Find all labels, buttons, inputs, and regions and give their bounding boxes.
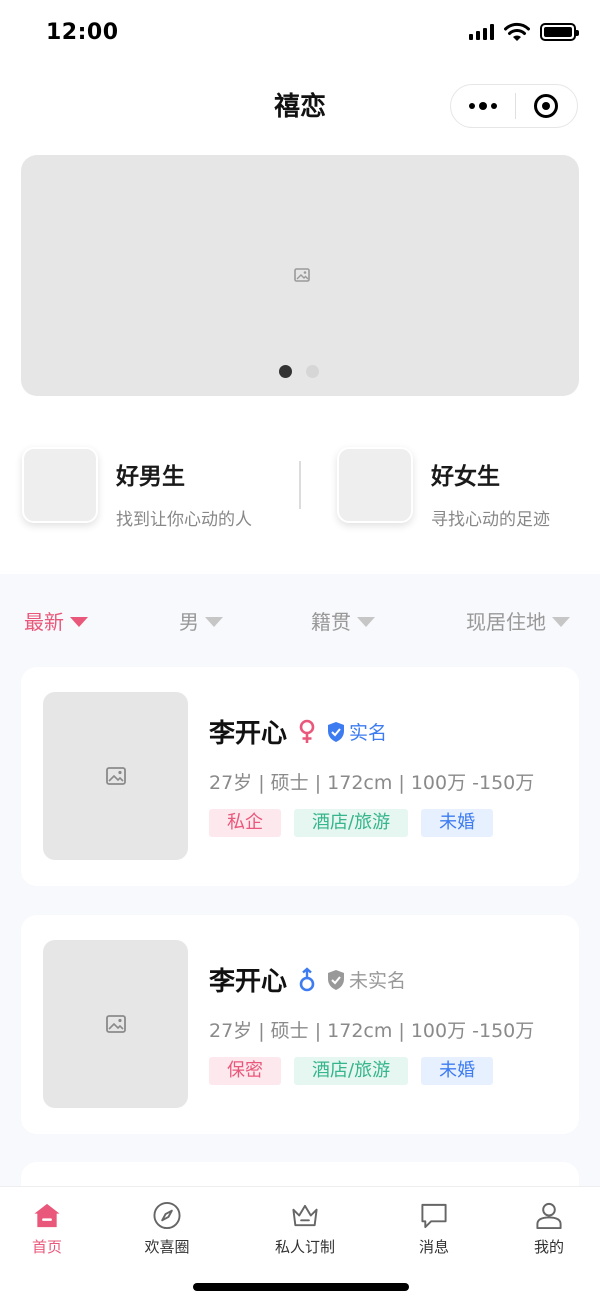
profile-tag: 保密 [209, 1057, 281, 1085]
quick-entry-thumbnail [337, 447, 413, 523]
quick-divider [299, 461, 301, 509]
verification-status: 实名 [349, 722, 388, 744]
tab-bar: 首页 欢喜圈 私人订制 消息 我的 [0, 1186, 600, 1298]
tab-label: 消息 [418, 1238, 449, 1256]
male-icon [299, 966, 315, 991]
caret-down-icon [357, 616, 375, 627]
compass-icon [153, 1201, 181, 1230]
more-menu-button[interactable] [451, 84, 515, 128]
status-icons [469, 22, 579, 42]
banner-carousel[interactable] [21, 155, 579, 396]
close-mini-program-button[interactable] [515, 84, 577, 128]
filter-label: 男 [179, 610, 199, 634]
tab-profile[interactable]: 我的 [489, 1187, 600, 1257]
profile-tag: 酒店/旅游 [294, 809, 409, 837]
unverified-shield-icon [328, 969, 345, 990]
filter-gender[interactable]: 男 [179, 606, 223, 635]
quick-entry-subtitle: 寻找心动的足迹 [431, 510, 550, 530]
user-icon [536, 1202, 562, 1230]
caret-down-icon [552, 616, 570, 627]
tab-label: 首页 [31, 1238, 62, 1256]
caret-down-icon [70, 616, 88, 627]
tab-label: 我的 [533, 1238, 564, 1256]
home-icon [34, 1203, 60, 1228]
quick-entry-good-women[interactable]: 好女生 寻找心动的足迹 [337, 447, 550, 530]
wifi-icon [504, 22, 530, 41]
profile-info: 27岁 | 硕士 | 172cm | 100万 -150万 [209, 772, 535, 794]
profile-tag: 未婚 [421, 809, 494, 837]
mini-program-capsule [450, 84, 578, 128]
banner-dot-active[interactable] [279, 365, 292, 378]
filter-residence[interactable]: 现居住地 [466, 606, 570, 635]
more-dot-icon [478, 102, 487, 110]
tab-label: 欢喜圈 [144, 1238, 190, 1256]
banner-dot[interactable] [306, 365, 319, 378]
filter-hometown[interactable]: 籍贯 [311, 606, 375, 635]
filter-label: 籍贯 [311, 610, 351, 634]
status-bar: 12:00 [0, 0, 600, 66]
banner-pagination [279, 365, 319, 378]
quick-entry-title: 好男生 [116, 464, 185, 490]
filter-label: 现居住地 [466, 610, 546, 634]
caret-down-icon [205, 616, 223, 627]
home-indicator [193, 1283, 409, 1291]
filter-latest[interactable]: 最新 [24, 606, 88, 635]
profile-tag: 酒店/旅游 [294, 1057, 409, 1085]
more-dot-icon [490, 103, 497, 109]
profile-tag: 私企 [209, 809, 281, 837]
quick-entry-title: 好女生 [431, 464, 500, 490]
status-time: 12:00 [46, 20, 119, 45]
signal-icon [469, 24, 494, 40]
tab-private-custom[interactable]: 私人订制 [245, 1187, 365, 1257]
filter-bar: 最新 男 籍贯 现居住地 [0, 606, 600, 636]
profile-info: 27岁 | 硕士 | 172cm | 100万 -150万 [209, 1020, 535, 1042]
image-placeholder-icon [106, 767, 126, 785]
quick-entry-subtitle: 找到让你心动的人 [116, 510, 252, 530]
profile-photo [43, 692, 188, 860]
profile-card[interactable]: 李开心 实名 27岁 | 硕士 | 172cm | 100万 -150万 私企 … [21, 667, 579, 886]
profile-tag: 未婚 [421, 1057, 494, 1085]
profile-card[interactable]: 李开心 未实名 27岁 | 硕士 | 172cm | 100万 -150万 保密… [21, 915, 579, 1134]
crown-icon [292, 1204, 318, 1227]
tab-circle[interactable]: 欢喜圈 [107, 1187, 227, 1257]
tab-messages[interactable]: 消息 [374, 1187, 494, 1257]
image-placeholder-icon [106, 1015, 126, 1033]
female-icon [299, 719, 315, 743]
filter-label: 最新 [24, 610, 64, 634]
battery-icon [540, 23, 579, 41]
quick-entry-thumbnail [22, 447, 98, 523]
image-placeholder-icon [294, 268, 310, 282]
more-dot-icon [468, 103, 475, 109]
verified-shield-icon [328, 721, 345, 742]
verification-status: 未实名 [349, 970, 407, 992]
profile-photo [43, 940, 188, 1108]
tab-label: 私人订制 [274, 1238, 335, 1256]
profile-name: 李开心 [209, 967, 288, 997]
quick-entry-good-men[interactable]: 好男生 找到让你心动的人 [22, 447, 252, 530]
profile-name: 李开心 [209, 719, 288, 749]
target-icon [534, 94, 559, 118]
nav-bar: 禧恋 [0, 66, 600, 144]
message-icon [421, 1203, 447, 1229]
tab-home[interactable]: 首页 [0, 1187, 107, 1257]
